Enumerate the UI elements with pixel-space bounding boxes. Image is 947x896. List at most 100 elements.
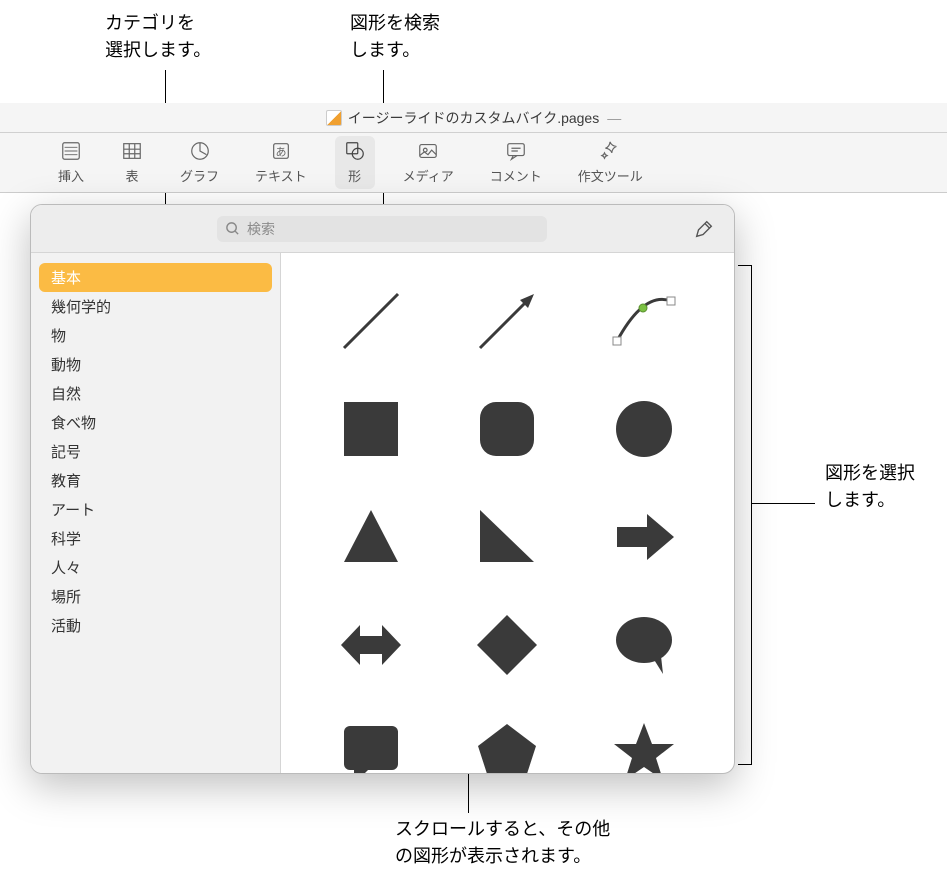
doc-icon — [326, 110, 342, 126]
sidebar-label: 活動 — [51, 618, 81, 635]
shape-right-triangle[interactable] — [451, 497, 563, 577]
toolbar-chart[interactable]: グラフ — [172, 136, 227, 189]
toolbar-table-label: 表 — [126, 166, 139, 185]
sidebar-label: 幾何学的 — [51, 299, 111, 316]
toolbar-text-label: テキスト — [255, 166, 307, 185]
chart-icon — [188, 140, 212, 162]
sidebar-label: 科学 — [51, 531, 81, 548]
shape-rounded-square[interactable] — [451, 389, 563, 469]
rounded-square-icon — [472, 394, 542, 464]
window-title-bar: イージーライドのカスタムバイク.pages — — [0, 103, 947, 133]
shape-arrow-right[interactable] — [588, 497, 700, 577]
curve-icon — [609, 286, 679, 356]
sidebar-item-nature[interactable]: 自然 — [39, 379, 272, 408]
circle-icon — [609, 394, 679, 464]
shape-triangle[interactable] — [315, 497, 427, 577]
sidebar-label: 場所 — [51, 589, 81, 606]
arrow-right-icon — [609, 502, 679, 572]
search-input[interactable] — [217, 216, 547, 242]
toolbar-writing[interactable]: 作文ツール — [570, 136, 651, 189]
toolbar-comment-label: コメント — [490, 166, 542, 185]
sidebar-label: 基本 — [51, 270, 81, 287]
shape-grid — [281, 253, 734, 773]
media-icon — [416, 140, 440, 162]
callout-search: 図形を検索 します。 — [350, 10, 440, 64]
shape-arrow-leftright[interactable] — [315, 605, 427, 685]
shapes-popover: 基本 幾何学的 物 動物 自然 食べ物 記号 教育 アート 科学 人々 場所 活… — [30, 204, 735, 774]
popover-header — [31, 205, 734, 253]
toolbar: 挿入 表 グラフ あ テキスト 形 メディア コメント 作文ツール — [0, 133, 947, 193]
callout-rect-icon — [336, 718, 406, 773]
callout-line-scroll — [468, 773, 469, 813]
sidebar-item-basic[interactable]: 基本 — [39, 263, 272, 292]
arrow-leftright-icon — [336, 610, 406, 680]
shape-pentagon[interactable] — [451, 713, 563, 773]
toolbar-table[interactable]: 表 — [112, 136, 152, 189]
search-wrap — [217, 216, 547, 242]
sidebar-label: 教育 — [51, 473, 81, 490]
sidebar-item-art[interactable]: アート — [39, 495, 272, 524]
shape-icon — [343, 140, 367, 162]
comment-icon — [504, 140, 528, 162]
sidebar-item-objects[interactable]: 物 — [39, 321, 272, 350]
shape-diamond[interactable] — [451, 605, 563, 685]
toolbar-writing-label: 作文ツール — [578, 166, 643, 185]
callout-line-choose — [752, 503, 815, 504]
document-title: イージーライドのカスタムバイク.pages — [348, 108, 599, 128]
text-icon: あ — [269, 140, 293, 162]
toolbar-media-label: メディア — [403, 166, 454, 185]
toolbar-media[interactable]: メディア — [395, 136, 462, 189]
sidebar-item-food[interactable]: 食べ物 — [39, 408, 272, 437]
shape-line[interactable] — [315, 281, 427, 361]
shape-speech-bubble[interactable] — [588, 605, 700, 685]
callout-choose-shape: 図形を選択 します。 — [825, 460, 915, 514]
writing-icon — [598, 140, 622, 162]
bracket-right — [738, 265, 752, 765]
sidebar-label: 動物 — [51, 357, 81, 374]
callout-scroll-more: スクロールすると、その他 の図形が表示されます。 — [395, 816, 610, 870]
shape-circle[interactable] — [588, 389, 700, 469]
sidebar-item-people[interactable]: 人々 — [39, 553, 272, 582]
toolbar-text[interactable]: あ テキスト — [247, 136, 315, 189]
pen-tool-button[interactable] — [690, 215, 718, 243]
toolbar-insert[interactable]: 挿入 — [50, 136, 92, 189]
square-icon — [336, 394, 406, 464]
sidebar-item-symbols[interactable]: 記号 — [39, 437, 272, 466]
sidebar-item-animals[interactable]: 動物 — [39, 350, 272, 379]
sidebar-label: 人々 — [51, 560, 81, 577]
sidebar-item-places[interactable]: 場所 — [39, 582, 272, 611]
toolbar-chart-label: グラフ — [180, 166, 219, 185]
pen-icon — [693, 218, 715, 240]
toolbar-insert-label: 挿入 — [58, 166, 84, 185]
shape-arrow-line[interactable] — [451, 281, 563, 361]
shape-star[interactable] — [588, 713, 700, 773]
insert-icon — [59, 140, 83, 162]
callout-category: カテゴリを 選択します。 — [105, 10, 211, 64]
triangle-icon — [336, 502, 406, 572]
pentagon-icon — [472, 718, 542, 773]
shape-square[interactable] — [315, 389, 427, 469]
sidebar-item-geometric[interactable]: 幾何学的 — [39, 292, 272, 321]
toolbar-shape-label: 形 — [348, 166, 361, 185]
star-icon — [609, 718, 679, 773]
sidebar-label: 物 — [51, 328, 66, 345]
sidebar-label: 自然 — [51, 386, 81, 403]
sidebar-item-education[interactable]: 教育 — [39, 466, 272, 495]
svg-text:あ: あ — [275, 146, 286, 159]
sidebar-label: 食べ物 — [51, 415, 96, 432]
arrow-line-icon — [472, 286, 542, 356]
popover-body: 基本 幾何学的 物 動物 自然 食べ物 記号 教育 アート 科学 人々 場所 活… — [31, 253, 734, 773]
sidebar-item-activities[interactable]: 活動 — [39, 611, 272, 640]
shape-callout-rect[interactable] — [315, 713, 427, 773]
line-icon — [336, 286, 406, 356]
toolbar-comment[interactable]: コメント — [482, 136, 550, 189]
diamond-icon — [472, 610, 542, 680]
table-icon — [120, 140, 144, 162]
right-triangle-icon — [472, 502, 542, 572]
shape-curve[interactable] — [588, 281, 700, 361]
sidebar-item-science[interactable]: 科学 — [39, 524, 272, 553]
speech-bubble-icon — [609, 610, 679, 680]
toolbar-shape[interactable]: 形 — [335, 136, 375, 189]
search-icon — [225, 221, 240, 236]
category-sidebar: 基本 幾何学的 物 動物 自然 食べ物 記号 教育 アート 科学 人々 場所 活… — [31, 253, 281, 773]
